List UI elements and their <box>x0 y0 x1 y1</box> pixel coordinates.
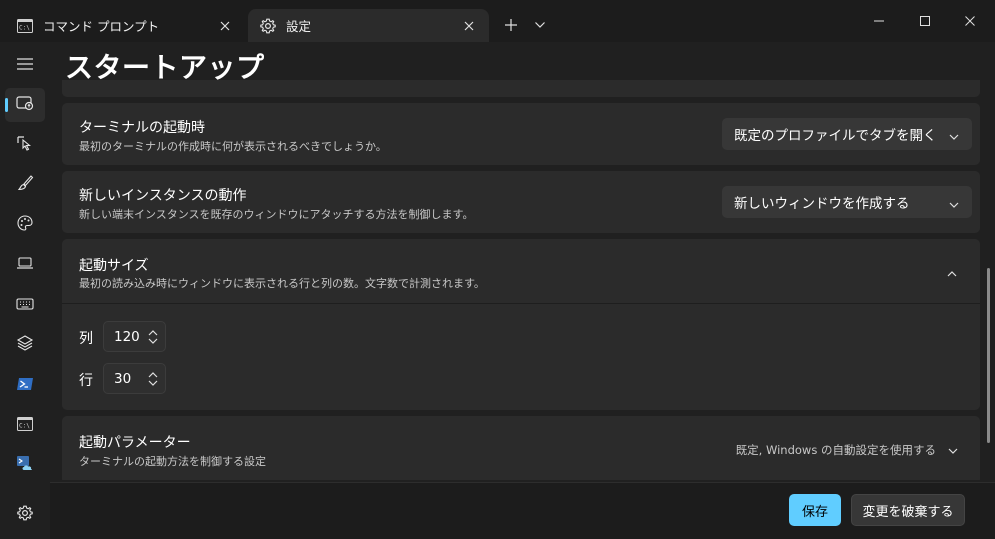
chevron-up-icon[interactable] <box>946 265 958 277</box>
new-tab-plus-icon[interactable] <box>498 11 524 39</box>
close-tab-icon[interactable] <box>215 16 235 36</box>
setting-title: 起動パラメーター <box>79 435 191 451</box>
nav-appearance[interactable] <box>5 168 45 202</box>
new-instance-dropdown[interactable]: 新しいウィンドウを作成する <box>722 186 972 218</box>
spin-arrows-icon[interactable] <box>147 370 159 388</box>
rows-number-box[interactable]: 30 <box>103 363 166 394</box>
nav-powershell[interactable] <box>5 368 45 402</box>
dropdown-value: 既定のプロファイルでタブを開く <box>734 128 937 144</box>
setting-title: 起動サイズ <box>79 258 149 274</box>
tab-command-prompt[interactable]: C:\ コマンド プロンプト <box>5 9 245 42</box>
rendering-icon <box>16 255 34 275</box>
cmd-icon: C:\ <box>15 16 35 36</box>
open-json-settings-gear-icon[interactable] <box>5 497 45 529</box>
launch-size-header[interactable] <box>62 239 980 303</box>
setting-description: 最初のターミナルの作成時に何が表示されるべきでしょうか。 <box>79 140 387 153</box>
previous-setting-card <box>62 80 980 97</box>
setting-new-instance-behavior: 新しいインスタンスの動作 新しい端末インスタンスを既存のウィンドウにアタッチする… <box>62 171 980 233</box>
title-bar: C:\ コマンド プロンプト 設定 <box>0 0 995 42</box>
setting-launch-on-startup: ターミナルの起動時 最初のターミナルの作成時に何が表示されるべきでしょうか。 既… <box>62 103 980 165</box>
appearance-icon <box>16 174 34 196</box>
setting-launch-parameters[interactable]: 起動パラメーター ターミナルの起動方法を制御する設定 既定, Windows の… <box>62 416 980 480</box>
svg-text:C:\: C:\ <box>19 422 30 429</box>
rows-label: 行 <box>79 373 93 389</box>
setting-title: ターミナルの起動時 <box>79 120 205 136</box>
nav-color-schemes[interactable] <box>5 208 45 242</box>
settings-content: ターミナルの起動時 最初のターミナルの作成時に何が表示されるべきでしょうか。 既… <box>62 80 980 480</box>
azure-cloud-shell-icon <box>16 455 34 475</box>
rows-value: 30 <box>114 370 132 387</box>
chevron-down-icon <box>948 128 960 140</box>
setting-launch-size: 起動サイズ 最初の読み込み時にウィンドウに表示される行と列の数。文字数で計測され… <box>62 239 980 410</box>
setting-description: ターミナルの起動方法を制御する設定 <box>79 455 266 468</box>
actions-icon <box>16 296 34 315</box>
nav-actions[interactable] <box>5 288 45 322</box>
setting-description: 最初の読み込み時にウィンドウに表示される行と列の数。文字数で計測されます。 <box>79 277 485 290</box>
divider <box>62 303 980 304</box>
profiles-defaults-icon <box>16 334 34 356</box>
gear-icon <box>258 16 278 36</box>
dropdown-value: 新しいウィンドウを作成する <box>734 196 910 212</box>
setting-summary: 既定, Windows の自動設定を使用する <box>735 443 936 457</box>
vertical-scrollbar[interactable] <box>987 268 990 443</box>
color-schemes-icon <box>16 214 34 236</box>
columns-label: 列 <box>79 331 93 347</box>
launch-mode-dropdown[interactable]: 既定のプロファイルでタブを開く <box>722 118 972 150</box>
columns-number-box[interactable]: 120 <box>103 321 166 352</box>
startup-icon <box>16 95 34 115</box>
close-icon[interactable] <box>947 0 993 42</box>
tab-settings[interactable]: 設定 <box>248 9 489 42</box>
svg-text:C:\: C:\ <box>19 24 30 31</box>
maximize-icon[interactable] <box>902 0 948 42</box>
navigation-pane: C:\ <box>0 42 50 538</box>
nav-rendering[interactable] <box>5 248 45 282</box>
tab-label: コマンド プロンプト <box>43 19 160 34</box>
spin-arrows-icon[interactable] <box>147 328 159 346</box>
discard-changes-button[interactable]: 変更を破棄する <box>851 494 965 526</box>
close-tab-icon[interactable] <box>459 16 479 36</box>
chevron-down-icon <box>948 196 960 208</box>
interaction-icon <box>16 134 34 156</box>
cmd-profile-icon: C:\ <box>17 416 33 435</box>
tab-label: 設定 <box>286 19 312 34</box>
chevron-down-icon[interactable] <box>947 442 959 454</box>
hamburger-menu-icon[interactable] <box>5 47 45 81</box>
setting-description: 新しい端末インスタンスを既存のウィンドウにアタッチする方法を制御します。 <box>79 208 474 221</box>
nav-azure-cloud-shell[interactable] <box>5 448 45 482</box>
nav-interaction[interactable] <box>5 128 45 162</box>
nav-command-prompt[interactable]: C:\ <box>5 408 45 442</box>
setting-title: 新しいインスタンスの動作 <box>79 188 247 204</box>
chevron-down-icon[interactable] <box>527 11 553 39</box>
powershell-icon <box>16 376 34 395</box>
minimize-icon[interactable] <box>856 0 902 42</box>
nav-startup[interactable] <box>5 88 45 122</box>
columns-value: 120 <box>114 328 140 345</box>
nav-profiles-defaults[interactable] <box>5 328 45 362</box>
save-button[interactable]: 保存 <box>789 494 841 526</box>
